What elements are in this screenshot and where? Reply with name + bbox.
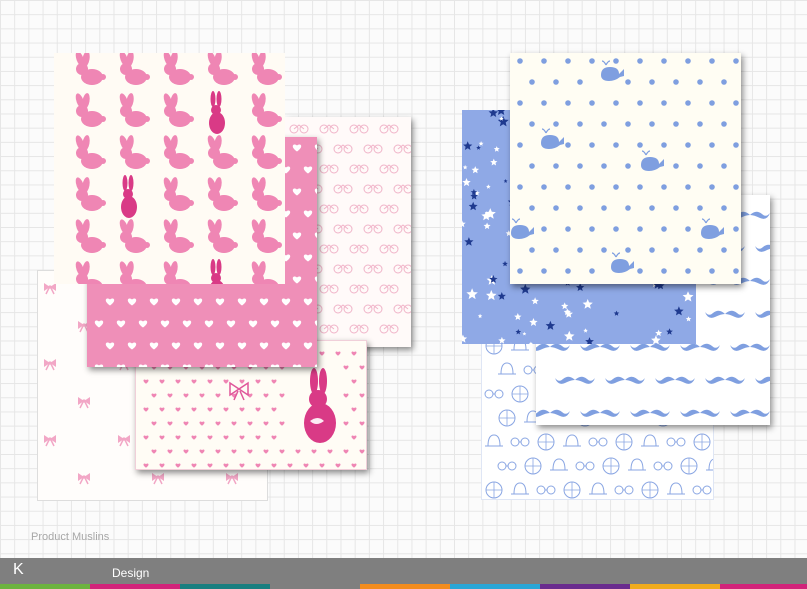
bunny-silhouette [304,368,336,443]
section-label: Design [112,566,150,580]
bunny-print [54,53,285,284]
whale-dots-pattern [510,58,739,274]
color-stripes [0,584,807,589]
bow-motif [229,381,249,401]
logo: K [13,561,24,578]
bunny-pattern [73,53,282,284]
whale-dots-print [510,53,741,284]
caption: Product Muslins [31,531,110,543]
